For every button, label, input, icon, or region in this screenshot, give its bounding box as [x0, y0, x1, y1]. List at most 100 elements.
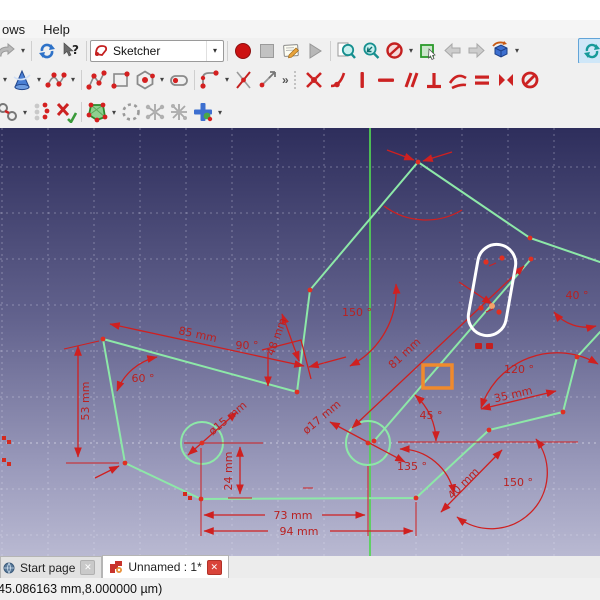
- sketcher-edit-tools-icon[interactable]: [191, 100, 215, 124]
- workbench-selector[interactable]: Sketcher ▾: [90, 40, 224, 62]
- standard-views-dropdown-icon[interactable]: ▾: [512, 46, 522, 55]
- nav-forward-icon[interactable]: [464, 39, 488, 63]
- dim-150deg-lower: 150 °: [503, 476, 533, 489]
- window-titlebar: [0, 0, 600, 20]
- dim-85mm: 85 mm: [177, 324, 218, 345]
- sketch-canvas[interactable]: .grid{stroke:rgba(235,235,248,.34);strok…: [0, 128, 600, 556]
- dim-135deg: 135 °: [397, 460, 427, 473]
- toolbar-file-view: ▾ ? Sketcher ▾ ▾ ▾: [0, 38, 600, 64]
- create-fillet-dropdown-icon[interactable]: ▾: [222, 75, 232, 84]
- chevron-down-icon: ▾: [206, 41, 223, 61]
- select-elements-dropdown-icon[interactable]: ▾: [109, 108, 119, 117]
- redo-icon[interactable]: [0, 39, 18, 63]
- draw-style-icon[interactable]: [382, 39, 406, 63]
- toolbar-sketcher-constraints-tools: ▾ ▾ ▾: [0, 96, 600, 129]
- create-rectangle-icon[interactable]: [109, 68, 133, 92]
- refresh-icon[interactable]: [35, 39, 59, 63]
- status-bar: 45.086163 mm,8.000000 µm): [0, 578, 600, 600]
- menu-windows-partial[interactable]: ows: [0, 20, 34, 38]
- sketch-vertices[interactable]: [101, 160, 580, 502]
- whats-this-icon[interactable]: ?: [59, 39, 83, 63]
- menu-bar: ows Help: [0, 20, 600, 38]
- dim-45deg: 45 °: [420, 409, 443, 422]
- zoom-selection-icon[interactable]: [358, 39, 382, 63]
- delete-all-constraints-icon[interactable]: [54, 100, 78, 124]
- create-bspline-dropdown-icon[interactable]: ▾: [68, 75, 78, 84]
- constrain-lock-icon[interactable]: [0, 100, 20, 124]
- constrain-parallel-icon[interactable]: [398, 68, 422, 92]
- freecad-document-icon: [109, 560, 123, 574]
- create-conic-icon[interactable]: [10, 68, 34, 92]
- constrain-equal-icon[interactable]: [470, 68, 494, 92]
- clone-icon[interactable]: [167, 100, 191, 124]
- constrain-point-on-object-icon[interactable]: [326, 68, 350, 92]
- select-elements-with-constraints-icon[interactable]: [85, 100, 109, 124]
- dim-dia17mm: ø17 mm: [300, 398, 343, 437]
- dim-120deg: 120 °: [504, 363, 534, 376]
- dim-48mm: 48 mm: [264, 316, 290, 357]
- extend-edge-icon[interactable]: [256, 68, 280, 92]
- sketch-geometry[interactable]: [103, 162, 600, 499]
- constrain-block-icon[interactable]: [518, 68, 542, 92]
- dim-94mm: 94 mm: [280, 525, 319, 538]
- dim-35mm: 35 mm: [493, 384, 534, 405]
- sketcher-workbench-icon: [94, 43, 109, 58]
- create-polyline-icon[interactable]: [85, 68, 109, 92]
- start-page-icon: [3, 562, 15, 574]
- toolbar-overflow-indicator[interactable]: »: [280, 73, 291, 87]
- draw-style-dropdown-icon[interactable]: ▾: [406, 46, 416, 55]
- svg-text:?: ?: [72, 43, 79, 57]
- create-slot-icon[interactable]: [167, 68, 191, 92]
- dim-24mm: 24 mm: [222, 452, 235, 491]
- constrain-horizontal-icon[interactable]: [374, 68, 398, 92]
- workbench-selector-value: Sketcher: [109, 44, 206, 58]
- macro-record-icon[interactable]: [231, 39, 255, 63]
- sync-view-icon[interactable]: [578, 38, 600, 64]
- redo-dropdown-icon[interactable]: ▾: [18, 46, 28, 55]
- symmetry-icon[interactable]: [143, 100, 167, 124]
- trim-edge-icon[interactable]: [232, 68, 256, 92]
- constrain-perpendicular-icon[interactable]: [422, 68, 446, 92]
- constrain-vertical-icon[interactable]: [350, 68, 374, 92]
- toggle-driving-constraint-icon[interactable]: [30, 100, 54, 124]
- 3d-viewport[interactable]: .grid{stroke:rgba(235,235,248,.34);strok…: [0, 128, 600, 556]
- constrain-lock-dropdown-icon[interactable]: ▾: [20, 108, 30, 117]
- constrain-symmetric-icon[interactable]: [494, 68, 518, 92]
- sketcher-edit-tools-dropdown-icon[interactable]: ▾: [215, 108, 225, 117]
- toolbar-sketcher-geometry: ▾ ▾ ▾ ▾ ▾ »: [0, 63, 600, 97]
- constraint-marker[interactable]: [475, 343, 482, 349]
- viewport-grid: [0, 128, 600, 556]
- constrain-tangent-icon[interactable]: [446, 68, 470, 92]
- select-constraints-icon[interactable]: [119, 100, 143, 124]
- cursor-coordinates: 45.086163 mm,8.000000 µm): [0, 582, 162, 596]
- create-bspline-icon[interactable]: [44, 68, 68, 92]
- standard-views-icon[interactable]: [488, 39, 512, 63]
- create-polygon-dropdown-icon[interactable]: ▾: [157, 75, 167, 84]
- macro-edit-icon[interactable]: [279, 39, 303, 63]
- zoom-fit-document-icon[interactable]: [334, 39, 358, 63]
- macro-stop-icon[interactable]: [255, 39, 279, 63]
- create-conic-dropdown-icon[interactable]: ▾: [34, 75, 44, 84]
- dim-40deg: 40 °: [566, 289, 589, 302]
- tab-unnamed-document[interactable]: Unnamed : 1* ✕: [102, 555, 228, 578]
- constraint-marker[interactable]: [486, 343, 493, 349]
- dim-53mm: 53 mm: [79, 382, 92, 421]
- dim-90deg: 90 °: [236, 339, 259, 352]
- tab-start-page[interactable]: Start page ✕: [0, 556, 102, 578]
- prev-group-dropdown-icon[interactable]: ▾: [0, 75, 10, 84]
- macro-play-icon[interactable]: [303, 39, 327, 63]
- tab-close-icon[interactable]: ✕: [207, 560, 222, 575]
- tab-close-icon[interactable]: ✕: [80, 560, 95, 575]
- constrain-coincident-icon[interactable]: [302, 68, 326, 92]
- create-polygon-icon[interactable]: [133, 68, 157, 92]
- highlighted-slot[interactable]: [465, 241, 518, 338]
- create-fillet-icon[interactable]: [198, 68, 222, 92]
- nav-back-icon[interactable]: [440, 39, 464, 63]
- selection-filter-icon[interactable]: [416, 39, 440, 63]
- dim-60deg: 60 °: [132, 372, 155, 385]
- document-tab-bar: Start page ✕ Unnamed : 1* ✕: [0, 556, 600, 579]
- menu-help[interactable]: Help: [34, 20, 79, 38]
- dimension-labels[interactable]: 85 mm 90 ° 48 mm 60 ° 53 mm ø15 mm ø17 m…: [79, 289, 589, 538]
- dim-dia15mm: ø15 mm: [206, 399, 249, 438]
- dim-150deg-upper: 150 °: [342, 306, 372, 319]
